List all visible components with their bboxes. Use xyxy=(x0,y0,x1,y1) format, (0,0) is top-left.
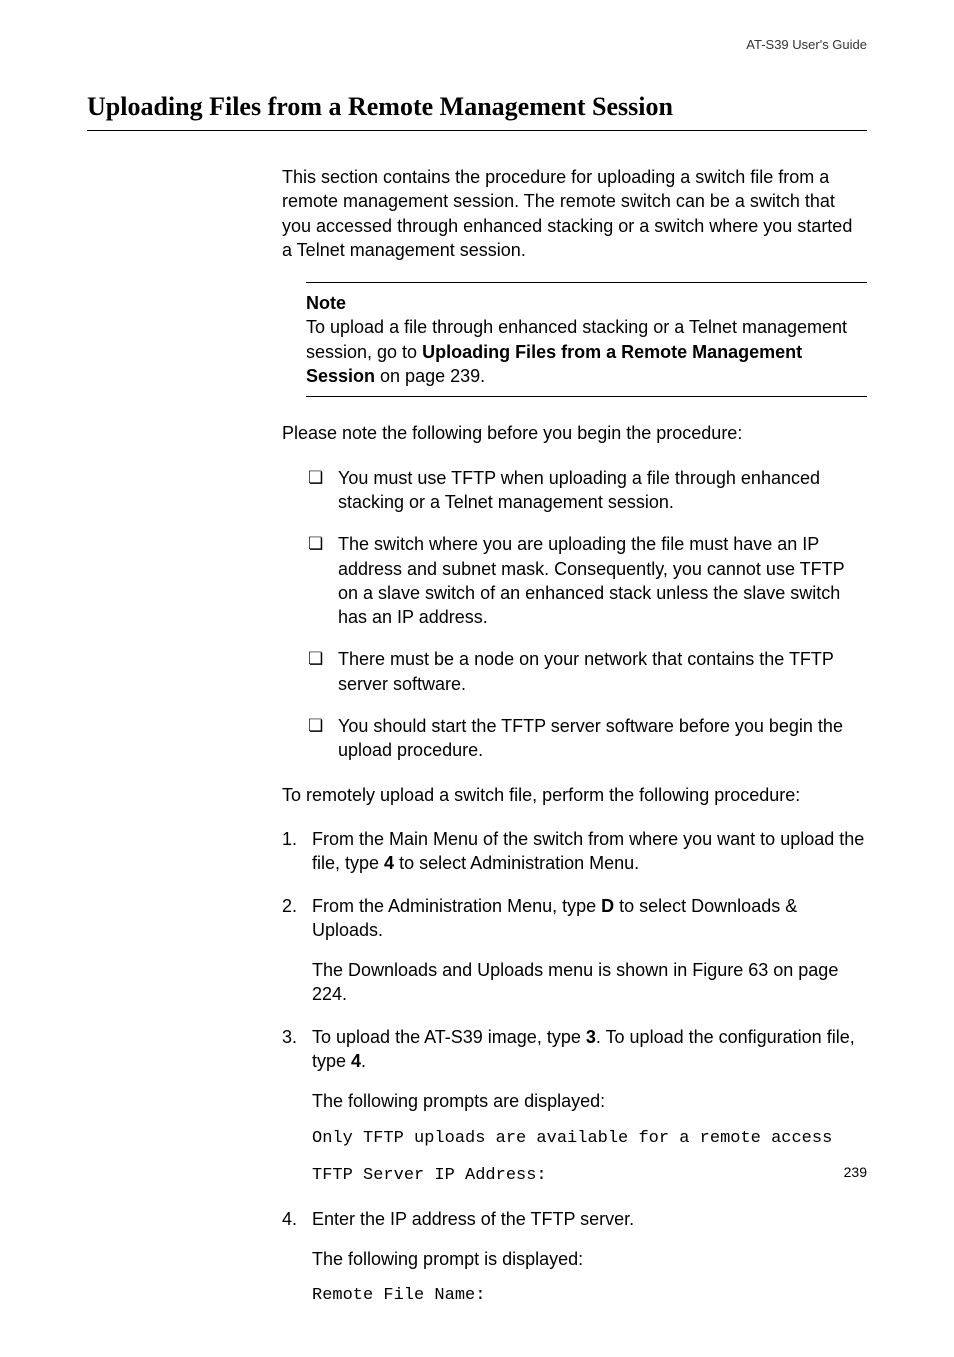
code-output: Only TFTP uploads are available for a re… xyxy=(312,1126,867,1152)
step-item: To upload the AT-S39 image, type 3. To u… xyxy=(282,1025,867,1189)
checklist-item: ❏ You must use TFTP when uploading a file… xyxy=(308,466,867,515)
step-text: From the Administration Menu, type xyxy=(312,896,601,916)
step-bold: 4 xyxy=(384,853,394,873)
procedure-intro: To remotely upload a switch file, perfor… xyxy=(282,783,867,807)
checkbox-icon: ❏ xyxy=(308,715,323,738)
intro-paragraph: This section contains the procedure for … xyxy=(282,165,867,262)
note-block: Note To upload a file through enhanced s… xyxy=(306,282,867,397)
code-output: TFTP Server IP Address: xyxy=(312,1163,867,1189)
header-guide-title: AT-S39 User's Guide xyxy=(87,37,867,52)
content-area: This section contains the procedure for … xyxy=(282,165,867,1309)
step-bold: 3 xyxy=(586,1027,596,1047)
procedure-steps: From the Main Menu of the switch from wh… xyxy=(282,827,867,1309)
step-bold: D xyxy=(601,896,614,916)
step-bold: 4 xyxy=(351,1051,361,1071)
checklist-text: You must use TFTP when uploading a file … xyxy=(338,468,820,512)
step-text: to select Administration Menu. xyxy=(394,853,639,873)
step-item: From the Administration Menu, type D to … xyxy=(282,894,867,1007)
note-text-after: on page 239. xyxy=(375,366,485,386)
page-title: Uploading Files from a Remote Management… xyxy=(87,92,867,131)
checklist: ❏ You must use TFTP when uploading a file… xyxy=(308,466,867,763)
note-label: Note xyxy=(306,291,867,315)
checklist-text: There must be a node on your network tha… xyxy=(338,649,834,693)
checkbox-icon: ❏ xyxy=(308,467,323,490)
step-item: From the Main Menu of the switch from wh… xyxy=(282,827,867,876)
step-sub-text: The Downloads and Uploads menu is shown … xyxy=(312,958,867,1007)
page-number: 239 xyxy=(844,1164,867,1180)
checkbox-icon: ❏ xyxy=(308,533,323,556)
step-text: Enter the IP address of the TFTP server. xyxy=(312,1209,634,1229)
step-text: . xyxy=(361,1051,366,1071)
checkbox-icon: ❏ xyxy=(308,648,323,671)
pre-list-paragraph: Please note the following before you beg… xyxy=(282,421,867,445)
step-sub-text: The following prompt is displayed: xyxy=(312,1247,867,1271)
code-output: Remote File Name: xyxy=(312,1283,867,1309)
checklist-item: ❏ There must be a node on your network th… xyxy=(308,647,867,696)
step-text: To upload the AT-S39 image, type xyxy=(312,1027,586,1047)
checklist-item: ❏ The switch where you are uploading the … xyxy=(308,532,867,629)
checklist-text: You should start the TFTP server softwar… xyxy=(338,716,843,760)
checklist-item: ❏ You should start the TFTP server softwa… xyxy=(308,714,867,763)
checklist-text: The switch where you are uploading the f… xyxy=(338,534,844,627)
step-sub-text: The following prompts are displayed: xyxy=(312,1089,867,1113)
step-item: Enter the IP address of the TFTP server.… xyxy=(282,1207,867,1309)
